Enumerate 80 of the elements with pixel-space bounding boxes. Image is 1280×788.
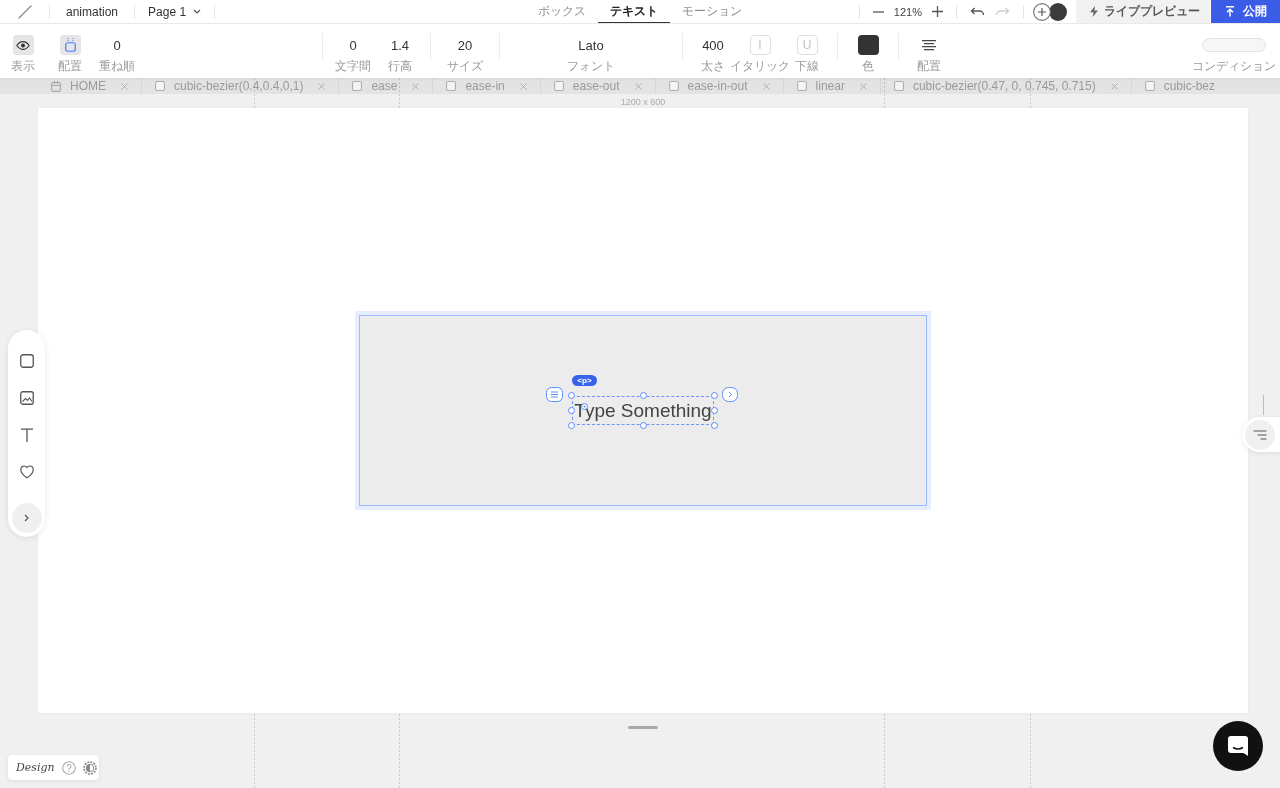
eye-icon	[16, 40, 30, 50]
letter-t-icon[interactable]	[19, 428, 34, 442]
property-label: 太さ	[701, 59, 725, 74]
property-label: 配置	[917, 59, 941, 74]
chevron-right-icon	[24, 514, 29, 522]
property-label: 文字間	[335, 59, 371, 74]
lines-tag-icon[interactable]	[546, 387, 564, 402]
chat-bubble-icon	[1227, 735, 1249, 757]
property-label: イタリック	[730, 59, 790, 74]
add-circle-icon[interactable]	[1033, 2, 1051, 21]
heart-icon[interactable]	[19, 465, 34, 479]
checkbox-icon[interactable]	[352, 81, 363, 91]
close-icon[interactable]	[519, 82, 527, 90]
close-icon[interactable]	[634, 82, 642, 90]
value-field[interactable]: 1.4	[390, 37, 410, 53]
close-icon[interactable]	[412, 82, 420, 90]
help-icon[interactable]	[61, 760, 76, 775]
square-icon[interactable]	[19, 354, 34, 368]
upload-icon	[1224, 6, 1235, 17]
close-icon[interactable]	[318, 82, 326, 90]
tab[interactable]: ボックス	[526, 0, 598, 23]
property-label: 配置	[58, 59, 82, 74]
side-panel-tab[interactable]	[1242, 417, 1280, 452]
zoom-level: 121%	[892, 5, 923, 18]
close-icon[interactable]	[1110, 82, 1118, 90]
contrast-icon[interactable]	[82, 760, 97, 775]
checkbox-icon[interactable]	[668, 81, 679, 91]
publish-button[interactable]: 公開	[1211, 0, 1280, 23]
property-label: 重ね順	[99, 59, 135, 74]
element-tag[interactable]: <p>	[572, 375, 597, 386]
minus-icon[interactable]	[872, 10, 884, 13]
checkbox-icon[interactable]	[446, 81, 457, 91]
align-center-icon[interactable]	[922, 39, 936, 51]
calendar-icon	[51, 80, 61, 92]
lines-icon	[1245, 419, 1275, 450]
checkbox-icon[interactable]	[796, 81, 807, 91]
property-label: コンディション	[1192, 59, 1276, 74]
close-icon[interactable]	[859, 82, 867, 90]
tab[interactable]: テキスト	[598, 0, 670, 23]
lightning-icon	[1090, 6, 1098, 17]
checkbox-icon[interactable]	[553, 81, 564, 91]
value-field[interactable]: 0	[349, 37, 357, 53]
resize-handle[interactable]	[639, 392, 647, 399]
tab[interactable]: モーション	[670, 0, 754, 23]
value-field[interactable]: 20	[457, 37, 473, 53]
resize-handle[interactable]	[639, 422, 647, 429]
value-field[interactable]: 400	[702, 37, 724, 53]
close-icon[interactable]	[762, 82, 770, 90]
frame-icon	[64, 38, 76, 52]
drag-handle[interactable]	[628, 726, 658, 729]
checkbox-icon[interactable]	[155, 81, 165, 91]
checkbox-icon[interactable]	[893, 81, 904, 91]
visibility-toggle[interactable]	[12, 35, 34, 55]
more-tools-button[interactable]	[11, 503, 42, 533]
canvas-size-label: 1200 x 600	[620, 97, 666, 107]
close-icon[interactable]	[121, 82, 128, 90]
chevron-down-icon	[193, 9, 202, 14]
brand-wordmark: Design	[16, 761, 55, 774]
avatar[interactable]	[1049, 2, 1067, 21]
page-menu[interactable]: Page 1	[135, 0, 215, 23]
chevron-tag-icon[interactable]	[721, 387, 738, 402]
value-field[interactable]: 0	[113, 37, 121, 53]
property-label: 色	[862, 59, 874, 74]
document-title: animation	[65, 4, 120, 19]
condition-field[interactable]	[1202, 38, 1266, 52]
font-field[interactable]: Lato	[578, 37, 604, 53]
checkbox-icon[interactable]	[1144, 81, 1155, 91]
undo-icon[interactable]	[970, 7, 985, 16]
live-preview-button[interactable]: ライブプレビュー	[1076, 0, 1210, 23]
ring-handle-icon[interactable]	[581, 403, 589, 410]
color-swatch[interactable]	[857, 35, 879, 55]
image-icon[interactable]	[19, 391, 34, 405]
property-label: 表示	[11, 59, 35, 74]
placement-toggle[interactable]	[59, 35, 81, 55]
property-label: フォント	[567, 59, 615, 74]
plus-icon[interactable]	[932, 6, 943, 17]
property-label: 下線	[795, 59, 819, 74]
diagonal-line-icon[interactable]	[17, 4, 32, 19]
property-label: 行高	[388, 59, 412, 74]
property-label: サイズ	[447, 59, 483, 74]
